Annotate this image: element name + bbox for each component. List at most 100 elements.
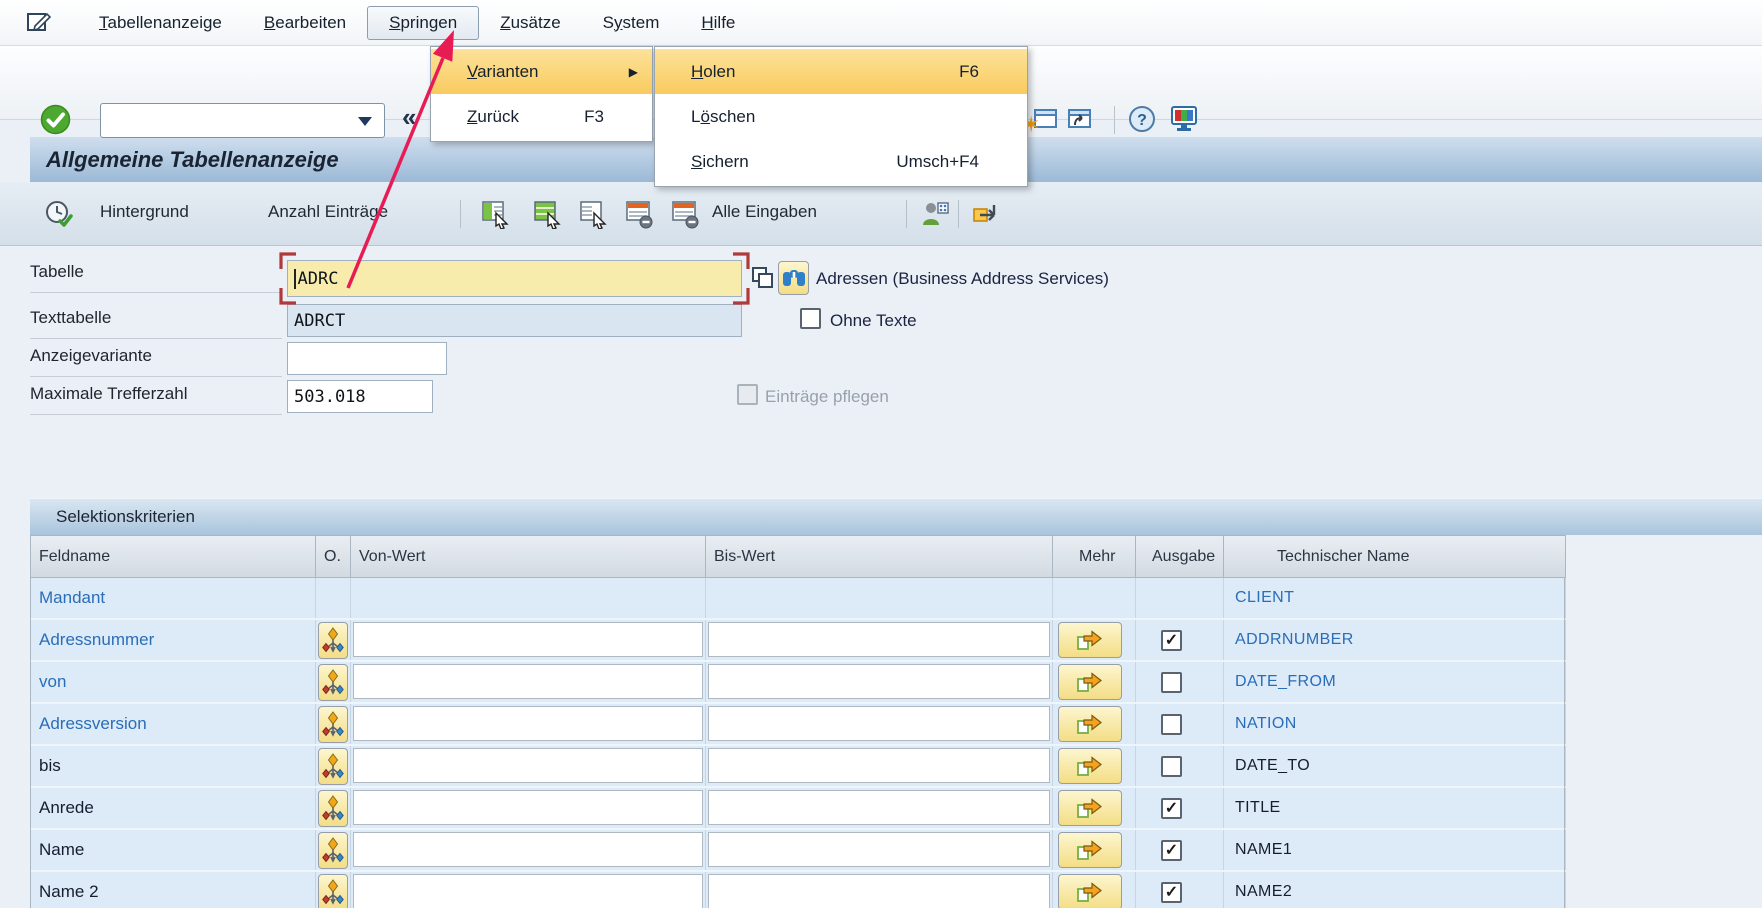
bis-wert-input[interactable] (708, 748, 1050, 783)
von-wert-input[interactable] (353, 622, 703, 657)
technischer-name-label: DATE_FROM (1235, 673, 1336, 691)
ausgabe-checkbox[interactable] (1161, 756, 1182, 777)
menu-bearbeiten[interactable]: Bearbeiten (243, 7, 367, 39)
shortcut-label: F6 (959, 62, 979, 82)
technischer-name-label: ADDRNUMBER (1235, 631, 1354, 649)
select-all-icon[interactable] (532, 199, 562, 229)
menu-item-zurueck[interactable]: ZurückF3 (431, 94, 652, 139)
feldname-label: Adressnummer (39, 630, 154, 650)
multiple-selection-button[interactable] (1058, 664, 1122, 700)
von-wert-cell (351, 578, 706, 618)
ausgabe-cell (1136, 746, 1224, 786)
collapse-toolbar-icon[interactable]: « (402, 102, 416, 133)
enter-button[interactable] (40, 104, 71, 135)
menu-item-loeschen[interactable]: Löschen (655, 94, 1027, 139)
option-cell (316, 830, 351, 870)
bis-wert-input[interactable] (708, 706, 1050, 741)
menu-item-holen[interactable]: HolenF6 (655, 49, 1027, 94)
von-wert-input[interactable] (353, 790, 703, 825)
alle-eingaben-button[interactable]: Alle Eingaben (712, 202, 817, 222)
shortcut-label: F3 (584, 107, 604, 127)
selection-options-button[interactable] (318, 706, 348, 743)
bis-wert-input[interactable] (708, 664, 1050, 699)
anzahl-eintraege-button[interactable]: Anzahl Einträge (268, 202, 388, 222)
multiple-selection-button[interactable] (1058, 790, 1122, 826)
multiple-selection-button[interactable] (1058, 748, 1122, 784)
feldname-cell: Mandant (31, 578, 316, 618)
bis-wert-cell (706, 872, 1053, 908)
ausgabe-checkbox[interactable]: ✓ (1161, 798, 1182, 819)
delete-all-selections-icon[interactable] (670, 199, 700, 229)
bis-wert-input[interactable] (708, 874, 1050, 908)
ausgabe-checkbox[interactable]: ✓ (1161, 882, 1182, 903)
section-title: Selektionskriterien (56, 507, 195, 527)
selection-options-button[interactable] (318, 622, 348, 659)
screen-edit-icon[interactable] (26, 11, 52, 35)
gui-settings-monitor-icon[interactable] (1170, 105, 1194, 127)
menu-springen[interactable]: Springen (367, 6, 479, 40)
menu-item-varianten[interactable]: Varianten▶ (431, 49, 652, 94)
technischer-name-label: DATE_TO (1235, 757, 1310, 775)
ausgabe-checkbox[interactable] (1161, 714, 1182, 735)
help-icon[interactable]: ? (1128, 105, 1152, 127)
transfer-icon[interactable] (972, 199, 1002, 229)
feldname-cell: Anrede (31, 788, 316, 828)
max-trefferzahl-field[interactable]: 503.018 (287, 380, 433, 413)
multiple-selection-button[interactable] (1058, 622, 1122, 658)
bis-wert-input[interactable] (708, 832, 1050, 867)
ausgabe-checkbox[interactable]: ✓ (1161, 840, 1182, 861)
selection-options-button[interactable] (318, 832, 348, 869)
ausgabe-checkbox[interactable]: ✓ (1161, 630, 1182, 651)
bis-wert-input[interactable] (708, 790, 1050, 825)
eintraege-pflegen-label: Einträge pflegen (765, 387, 889, 407)
selection-options-button[interactable] (318, 790, 348, 827)
user-parameters-icon[interactable] (920, 199, 950, 229)
column-header-von-wert: Von-Wert (351, 535, 706, 578)
von-wert-input[interactable] (353, 664, 703, 699)
select-block-icon[interactable] (480, 199, 510, 229)
von-wert-input[interactable] (353, 748, 703, 783)
bis-wert-input[interactable] (708, 622, 1050, 657)
execute-icon[interactable] (44, 199, 74, 229)
selection-options-button[interactable] (318, 874, 348, 908)
texttabelle-field[interactable]: ADRCT (287, 304, 742, 337)
ohne-texte-checkbox[interactable] (800, 308, 821, 329)
technischer-name-label: TITLE (1235, 799, 1281, 817)
mehr-cell (1053, 788, 1136, 828)
von-wert-input[interactable] (353, 832, 703, 867)
von-wert-cell (351, 746, 706, 786)
create-shortcut-icon[interactable] (1068, 108, 1092, 130)
selection-options-button[interactable] (318, 664, 348, 701)
toolbar-separator (460, 200, 461, 228)
selektionskriterien-band: Selektionskriterien (30, 498, 1762, 535)
search-binoculars-button[interactable] (778, 261, 809, 295)
tabelle-field[interactable]: ADRC (287, 260, 742, 297)
technischer-name-cell: NATION (1224, 704, 1566, 744)
menu-zusaetze[interactable]: Zusätze (479, 7, 581, 39)
table-row: MandantCLIENT (31, 578, 1564, 620)
ausgabe-cell (1136, 578, 1224, 618)
menu-system[interactable]: System (582, 7, 681, 39)
selection-options-button[interactable] (318, 748, 348, 785)
command-field[interactable] (100, 103, 385, 138)
table-row: Name 2 ✓NAME2 (31, 872, 1564, 908)
anzeigevariante-field[interactable] (287, 342, 447, 375)
text-caret (294, 269, 296, 289)
toolbar-separator (958, 200, 959, 228)
von-wert-input[interactable] (353, 706, 703, 741)
menu-hilfe[interactable]: Hilfe (680, 7, 756, 39)
hintergrund-button[interactable]: Hintergrund (100, 202, 189, 222)
multiple-selection-button[interactable] (1058, 874, 1122, 908)
possible-entries-icon[interactable] (750, 265, 776, 296)
menu-tabellenanzeige[interactable]: Tabellenanzeige (78, 7, 243, 39)
column-header-technischer-name: Technischer Name (1224, 535, 1566, 578)
ausgabe-checkbox[interactable] (1161, 672, 1182, 693)
multiple-selection-button[interactable] (1058, 706, 1122, 742)
command-dropdown-icon[interactable] (358, 117, 372, 126)
menu-item-sichern[interactable]: SichernUmsch+F4 (655, 139, 1027, 184)
mehr-cell (1053, 578, 1136, 618)
delete-selection-icon[interactable] (624, 199, 654, 229)
multiple-selection-button[interactable] (1058, 832, 1122, 868)
deselect-block-icon[interactable] (578, 199, 608, 229)
von-wert-input[interactable] (353, 874, 703, 908)
